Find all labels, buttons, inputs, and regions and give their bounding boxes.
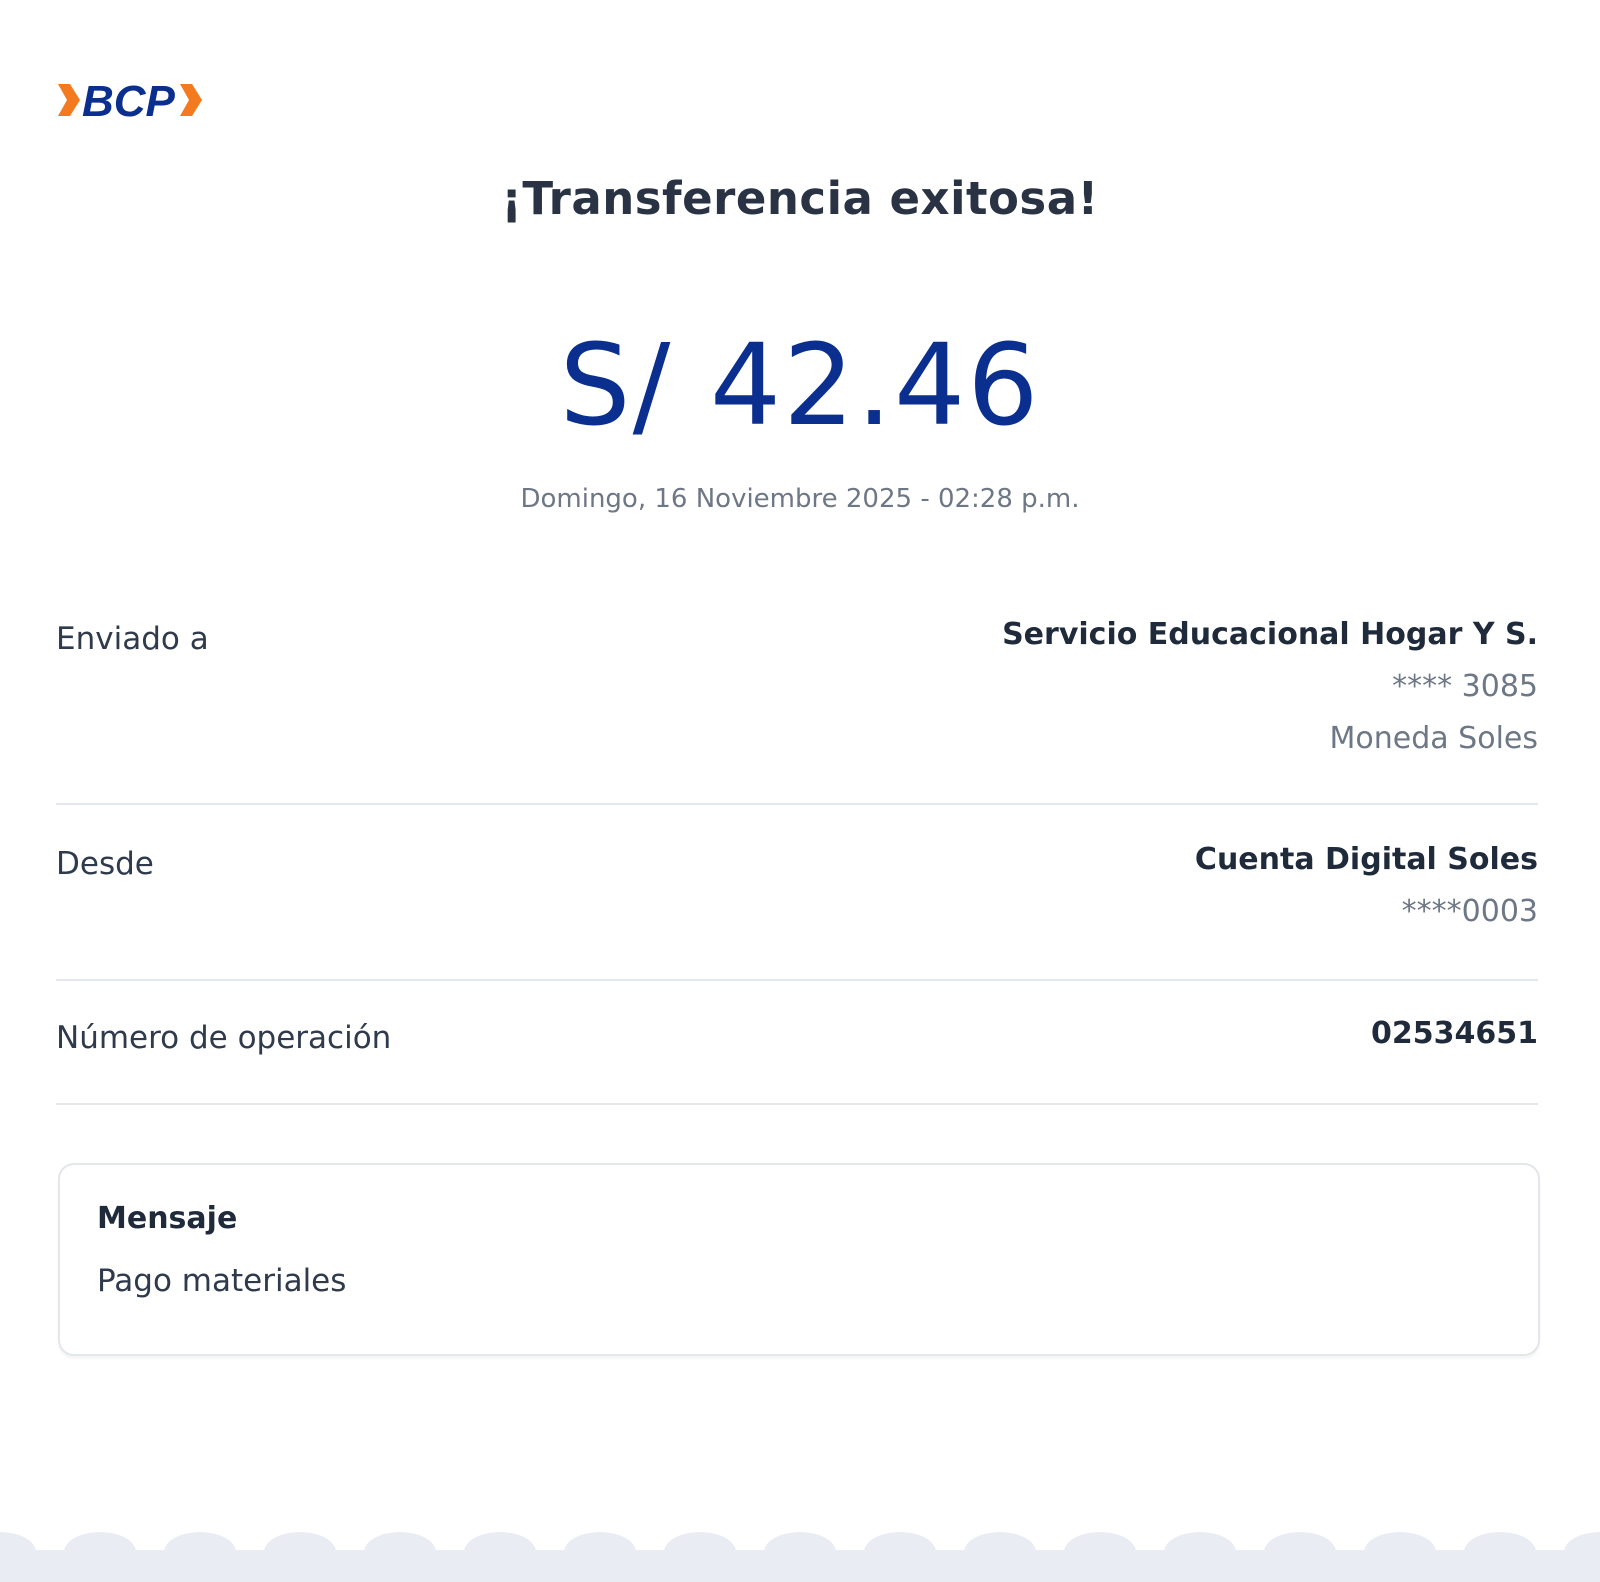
recipient-currency: Moneda Soles [1329, 721, 1539, 756]
svg-text:BCP: BCP [82, 77, 176, 126]
recipient-account: **** 3085 [1392, 669, 1538, 704]
bcp-logo-graphic: BCP [58, 77, 202, 126]
from-label: Desde [56, 846, 154, 882]
sent-to-label: Enviado a [56, 621, 209, 657]
transfer-datetime: Domingo, 16 Noviembre 2025 - 02:28 p.m. [520, 484, 1080, 514]
operation-values: 02534651 [1371, 1008, 1538, 1060]
from-values: Cuenta Digital Soles ****0003 [1195, 834, 1538, 938]
sent-to-values: Servicio Educacional Hogar Y S. **** 308… [1002, 609, 1538, 765]
page-title: ¡Transferencia exitosa! [501, 172, 1099, 225]
scallop-graphic [0, 1532, 1600, 1582]
source-account-number: ****0003 [1401, 894, 1538, 929]
operation-number: 02534651 [1371, 1016, 1538, 1051]
operation-label: Número de operación [56, 1020, 392, 1056]
transfer-amount: S/ 42.46 [559, 321, 1041, 451]
receipt-scallop-edge [0, 1528, 1600, 1582]
recipient-name: Servicio Educacional Hogar Y S. [1002, 617, 1538, 652]
bcp-logo: BCP [56, 70, 216, 130]
source-account-name: Cuenta Digital Soles [1194, 842, 1538, 877]
detail-row-from: Desde Cuenta Digital Soles ****0003 [56, 832, 1538, 981]
message-card: Mensaje Pago materiales [58, 1163, 1540, 1356]
message-text: Pago materiales [97, 1263, 347, 1299]
message-title: Mensaje [97, 1201, 238, 1236]
detail-row-sent-to: Enviado a Servicio Educacional Hogar Y S… [56, 605, 1538, 805]
detail-row-operation: Número de operación 02534651 [56, 1006, 1538, 1105]
